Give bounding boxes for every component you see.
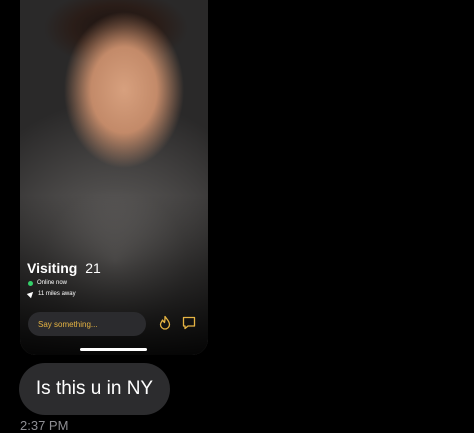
say-something-input[interactable]: Say something... <box>28 312 146 336</box>
profile-photo[interactable] <box>20 0 208 355</box>
message-text: Is this u in NY <box>35 378 154 399</box>
distance-text: 11 miles away <box>38 291 76 297</box>
say-something-placeholder: Say something... <box>38 319 98 329</box>
flame-icon[interactable] <box>156 314 174 332</box>
profile-name: Visiting <box>27 260 78 276</box>
online-dot-icon <box>28 280 33 286</box>
profile-age: 21 <box>85 260 101 276</box>
online-status: Online now <box>28 280 67 286</box>
home-indicator <box>80 348 147 351</box>
message-timestamp: 2:37 PM <box>20 418 69 433</box>
location-arrow-icon <box>26 289 36 299</box>
message-bubble[interactable]: Is this u in NY <box>19 363 170 415</box>
chat-bubble-icon[interactable] <box>180 314 198 332</box>
online-status-text: Online now <box>37 280 68 286</box>
photo-gradient-overlay <box>20 0 208 355</box>
profile-name-row: Visiting 21 <box>27 260 101 276</box>
distance-row: 11 miles away <box>26 289 76 299</box>
profile-card[interactable]: Visiting 21 Online now 11 miles away Say… <box>20 0 208 355</box>
